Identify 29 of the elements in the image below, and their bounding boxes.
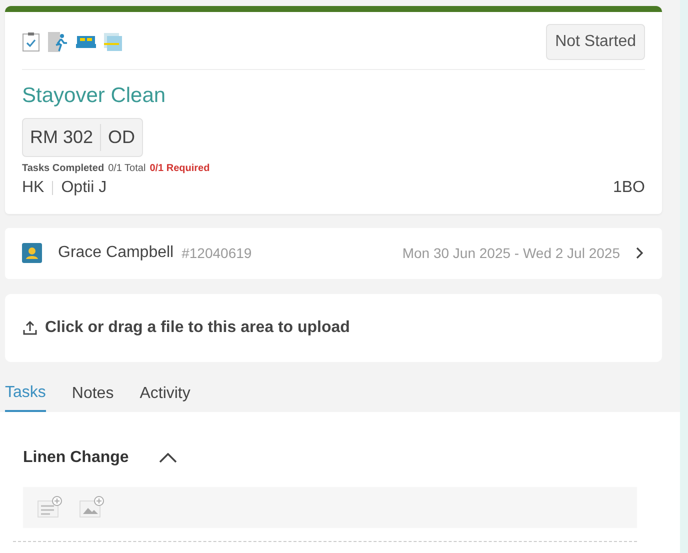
tasks-label: Tasks Completed — [22, 162, 104, 176]
person-icon — [22, 243, 42, 263]
checklist-icon — [22, 32, 40, 52]
department: HK — [22, 178, 44, 198]
add-note-icon[interactable] — [37, 496, 63, 518]
tasks-total: 0/1 Total — [108, 162, 146, 176]
room-number: RM 302 — [29, 126, 94, 148]
assignee: Optii J — [61, 178, 107, 198]
bed-icon — [76, 34, 96, 50]
door-exit-icon — [48, 32, 68, 52]
towel-icon — [104, 33, 122, 51]
upload-area[interactable]: Click or drag a file to this area to upload — [5, 294, 662, 362]
add-image-icon[interactable] — [79, 496, 105, 518]
upload-text: Click or drag a file to this area to upload — [45, 318, 350, 338]
guest-card[interactable]: Grace Campbell #12040619 Mon 30 Jun 2025 - Wed 2 Jul 2025 — [5, 228, 662, 278]
room-status: OD — [100, 124, 142, 150]
stay-dates: Mon 30 Jun 2025 - Wed 2 Jul 2025 — [402, 244, 620, 262]
chevron-up-icon[interactable] — [158, 452, 177, 462]
status-button[interactable]: Not Started — [546, 24, 645, 60]
tab[interactable]: Activity — [140, 378, 190, 412]
reservation-number: #12040619 — [182, 244, 252, 262]
task-group-title: Linen Change — [23, 448, 129, 468]
job-code: 1BO — [612, 178, 645, 198]
chevron-right-icon — [636, 247, 644, 259]
tasks-required: 0/1 Required — [150, 162, 210, 176]
upload-icon — [23, 320, 37, 334]
tab[interactable]: Notes — [72, 378, 114, 412]
job-title: Stayover Clean — [22, 83, 167, 109]
guest-name: Grace Campbell — [58, 243, 174, 263]
